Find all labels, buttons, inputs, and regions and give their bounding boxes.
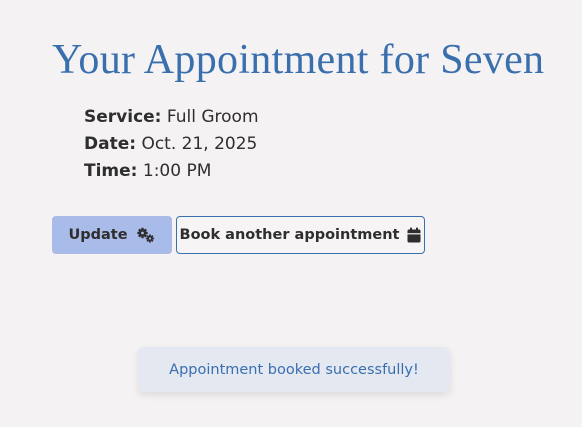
calendar-icon bbox=[407, 227, 421, 243]
date-value: Oct. 21, 2025 bbox=[141, 134, 258, 154]
success-toast: Appointment booked successfully! bbox=[138, 347, 450, 392]
toast-message: Appointment booked successfully! bbox=[169, 361, 419, 378]
update-button-label: Update bbox=[68, 227, 128, 243]
service-label: Service: bbox=[84, 107, 162, 127]
book-button-label: Book another appointment bbox=[179, 227, 400, 243]
time-value: 1:00 PM bbox=[142, 161, 212, 181]
appointment-details: Service: Full Groom Date: Oct. 21, 2025 … bbox=[84, 104, 259, 185]
gears-icon bbox=[136, 227, 156, 243]
update-button[interactable]: Update bbox=[52, 216, 172, 254]
page-title: Your Appointment for Seven bbox=[52, 37, 545, 83]
date-row: Date: Oct. 21, 2025 bbox=[84, 131, 259, 158]
time-label: Time: bbox=[84, 161, 138, 181]
service-row: Service: Full Groom bbox=[84, 104, 259, 131]
book-another-appointment-button[interactable]: Book another appointment bbox=[176, 216, 425, 254]
service-value: Full Groom bbox=[166, 107, 259, 127]
date-label: Date: bbox=[84, 134, 137, 154]
time-row: Time: 1:00 PM bbox=[84, 158, 259, 185]
